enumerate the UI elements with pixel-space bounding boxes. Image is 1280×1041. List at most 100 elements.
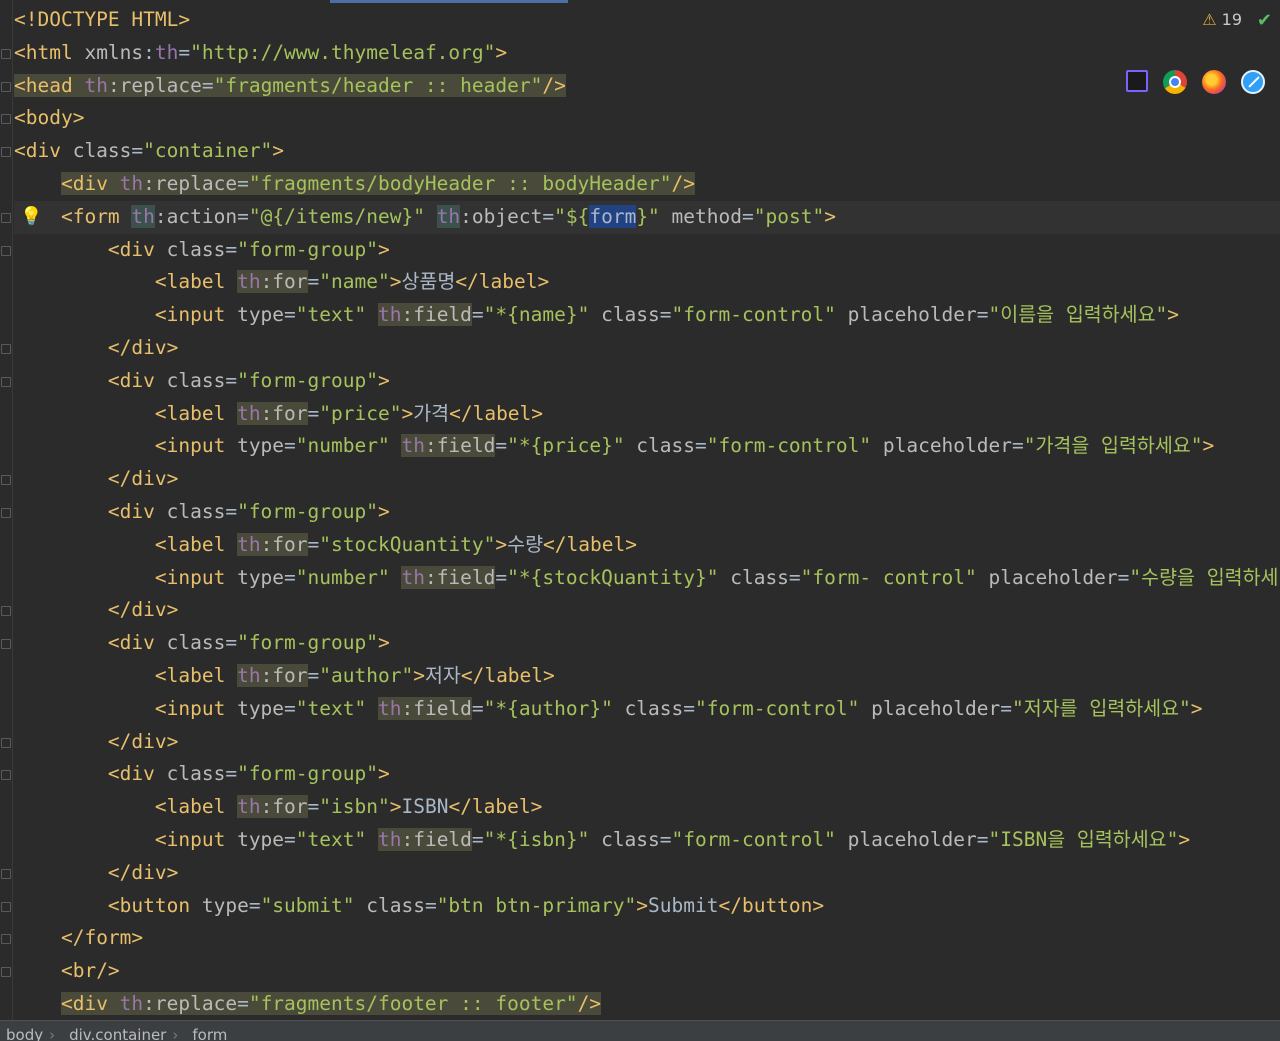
code-token: <div (107, 499, 167, 523)
firefox-icon[interactable] (1202, 70, 1226, 94)
code-token: = (225, 368, 238, 392)
code-token: "isbn" (319, 795, 390, 819)
code-token: :for (260, 663, 308, 687)
code-token: = (225, 499, 238, 523)
code-line[interactable]: <body> (14, 102, 1280, 135)
code-token: </div> (107, 335, 179, 359)
code-line[interactable]: <div class="container"> (14, 135, 1280, 168)
code-line[interactable]: <label th:for="stockQuantity">수량</label> (14, 529, 1280, 562)
code-line[interactable]: <div class="form-group"> (14, 758, 1280, 791)
code-line[interactable]: <head th:replace="fragments/header :: he… (14, 70, 1280, 103)
code-token: "container" (143, 139, 273, 163)
code-token: 상품명 (401, 270, 456, 294)
code-line[interactable]: </div> (14, 726, 1280, 759)
code-token: th (377, 303, 402, 327)
code-token: type (237, 303, 285, 327)
code-token: th (237, 401, 261, 425)
code-line[interactable]: <div class="form-group"> (14, 627, 1280, 660)
fold-marker-icon[interactable] (1, 737, 11, 748)
fold-marker-icon[interactable] (1, 114, 11, 125)
code-line[interactable]: <label th:for="price">가격</label> (14, 398, 1280, 431)
code-token: > (272, 139, 285, 163)
fold-marker-icon[interactable] (1, 967, 11, 978)
code-token: = (683, 696, 696, 720)
code-line[interactable]: <div class="form-group"> (14, 496, 1280, 529)
code-token: <label (154, 532, 238, 556)
fold-marker-icon[interactable] (1, 606, 11, 617)
breadcrumb-item[interactable]: div.container (69, 1026, 166, 1041)
code-line[interactable]: <br/> (14, 955, 1280, 988)
code-token: class (72, 139, 132, 163)
code-line[interactable]: <form th:action="@{/items/new}" th:objec… (14, 200, 1280, 234)
code-token: "form-group" (237, 631, 378, 655)
code-token: "fragments/bodyHeader :: bodyHeader" (248, 171, 672, 195)
code-line[interactable]: <label th:for="isbn">ISBN</label> (14, 791, 1280, 824)
code-token: </form> (60, 926, 144, 950)
code-line[interactable]: <div class="form-group"> (14, 365, 1280, 398)
fold-marker-icon[interactable] (1, 48, 11, 59)
code-token: = (659, 303, 672, 327)
code-line[interactable]: </div> (14, 857, 1280, 890)
code-line[interactable]: <div class="form-group"> (14, 234, 1280, 267)
code-token: placeholder (847, 827, 977, 851)
code-token: = (131, 139, 144, 163)
code-line[interactable]: <div th:replace="fragments/bodyHeader ::… (14, 168, 1280, 201)
breadcrumb-item[interactable]: body (6, 1026, 43, 1041)
code-line[interactable]: <input type="text" th:field="*{name}" cl… (14, 299, 1280, 332)
fold-marker-icon[interactable] (1, 376, 11, 387)
code-line[interactable]: <input type="number" th:field="*{price}"… (14, 430, 1280, 463)
code-line[interactable]: <label th:for="author">저자</label> (14, 660, 1280, 693)
code-line[interactable]: <div th:replace="fragments/footer :: foo… (14, 988, 1280, 1021)
code-line[interactable]: <button type="submit" class="btn btn-pri… (14, 890, 1280, 923)
warning-icon: ⚠ (1202, 10, 1217, 29)
code-token: th (237, 532, 261, 556)
code-line[interactable]: <label th:for="name">상품명</label> (14, 266, 1280, 299)
code-token: :replace (143, 991, 238, 1015)
fold-marker-icon[interactable] (1, 868, 11, 879)
code-token: "fragments/footer :: footer" (248, 991, 578, 1015)
code-line[interactable]: </div> (14, 463, 1280, 496)
fold-marker-icon[interactable] (1, 639, 11, 650)
code-editor[interactable]: <!DOCTYPE HTML> <html xmlns:th="http://ww… (0, 0, 1280, 1020)
fold-marker-icon[interactable] (1, 934, 11, 945)
code-token: 저자 (424, 663, 461, 687)
code-line[interactable]: <input type="number" th:field="*{stockQu… (14, 562, 1280, 595)
safari-icon[interactable] (1241, 70, 1265, 94)
code-token: th (119, 991, 144, 1015)
fold-marker-icon[interactable] (1, 212, 11, 223)
code-token: "form-control" (671, 303, 848, 327)
code-token: class (166, 631, 226, 655)
code-line[interactable]: </form> (14, 922, 1280, 955)
code-line[interactable]: <input type="text" th:field="*{isbn}" cl… (14, 824, 1280, 857)
code-token: Submit (648, 893, 719, 917)
code-line[interactable]: <input type="text" th:field="*{author}" … (14, 693, 1280, 726)
code-line[interactable]: </div> (14, 594, 1280, 627)
chrome-icon[interactable] (1163, 70, 1187, 94)
code-line[interactable]: <!DOCTYPE HTML> (14, 4, 1280, 37)
code-token: <div (60, 991, 120, 1015)
code-line[interactable]: </div> (14, 332, 1280, 365)
fold-marker-icon[interactable] (1, 770, 11, 781)
code-token: "fragments/header :: header" (213, 73, 543, 97)
code-token: > (389, 270, 402, 294)
code-line[interactable]: <html xmlns:th="http://www.thymeleaf.org… (14, 37, 1280, 70)
code-token: th (401, 434, 425, 458)
code-token: : (143, 40, 155, 64)
inspection-widget[interactable]: ⚠ 19 (1202, 10, 1242, 29)
code-token: = (1117, 565, 1130, 589)
fold-marker-icon[interactable] (1, 245, 11, 256)
breadcrumb-item[interactable]: form (192, 1026, 227, 1041)
code-token: > (824, 204, 836, 228)
fold-marker-icon[interactable] (1, 508, 11, 518)
fold-marker-icon[interactable] (1, 475, 11, 486)
intellij-icon[interactable] (1126, 70, 1148, 92)
lightbulb-icon[interactable]: 💡 (20, 201, 42, 234)
fold-marker-icon[interactable] (1, 147, 11, 158)
code-token: class (166, 368, 226, 392)
code-area[interactable]: <!DOCTYPE HTML> <html xmlns:th="http://ww… (14, 4, 1280, 1021)
fold-marker-icon[interactable] (1, 901, 11, 912)
fold-marker-icon[interactable] (1, 344, 11, 354)
fold-marker-icon[interactable] (1, 81, 11, 92)
